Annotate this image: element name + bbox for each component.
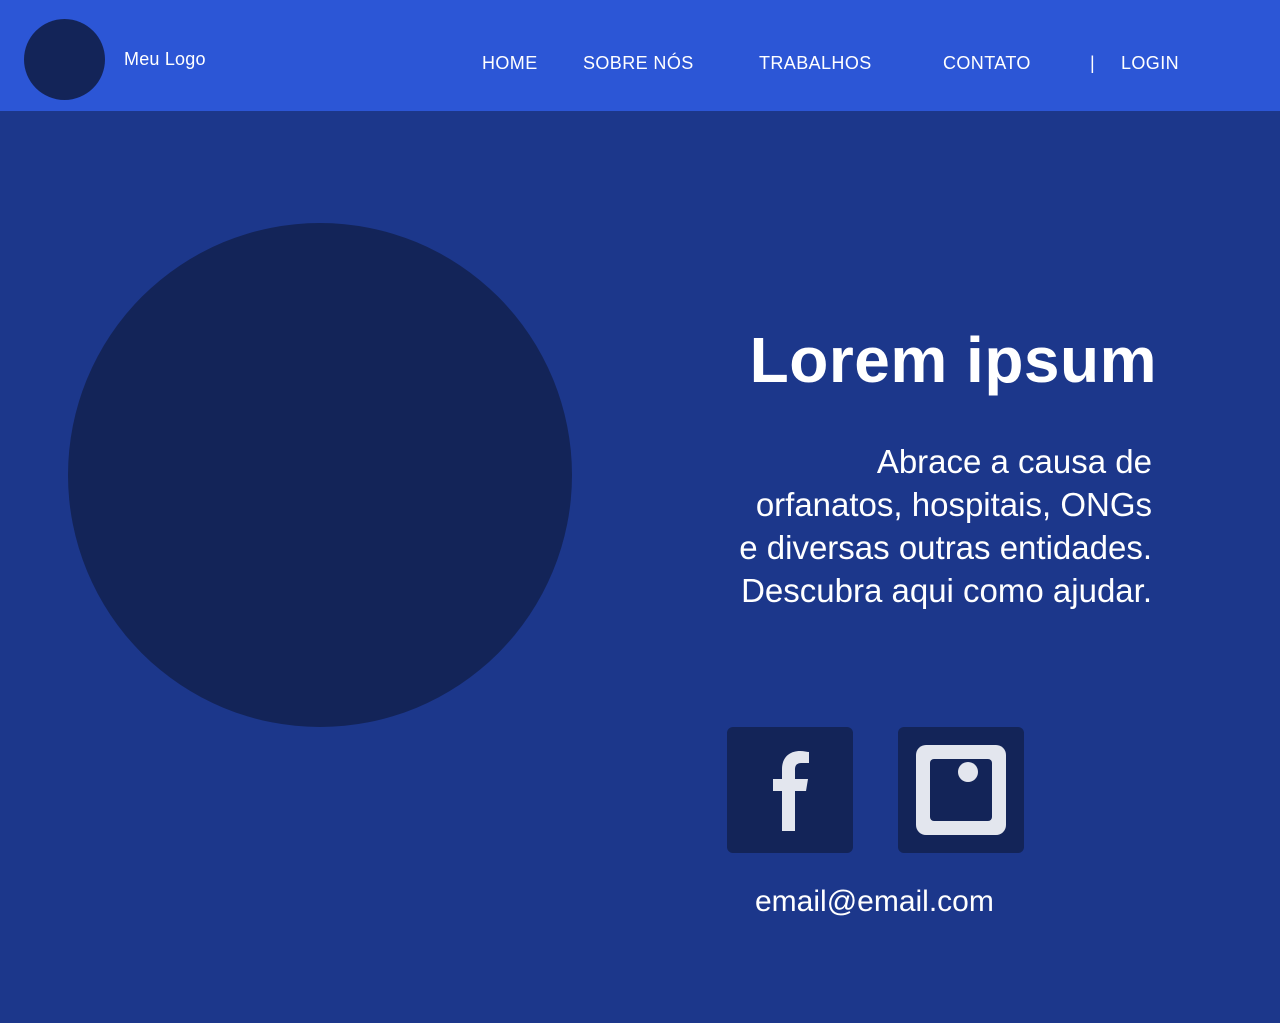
hero-image [68, 223, 572, 727]
hero-description: Abrace a causa de orfanatos, hospitais, … [592, 440, 1152, 612]
logo-image[interactable] [24, 19, 105, 100]
nav-login[interactable]: LOGIN [1121, 51, 1179, 75]
nav-home[interactable]: HOME [482, 51, 538, 75]
logo-text: Meu Logo [124, 49, 206, 69]
site-header: Meu Logo HOME SOBRE NÓS TRABALHOS CONTAT… [0, 0, 1280, 111]
hero-text-line: e diversas outras entidades. [739, 529, 1152, 566]
hero-title: Lorem ipsum [749, 324, 1157, 396]
hero-text-line: Abrace a causa de [876, 443, 1152, 480]
hero-text-line: Descubra aqui como ajudar. [741, 572, 1152, 609]
email-link[interactable]: email@email.com [755, 883, 994, 921]
instagram-button[interactable] [898, 727, 1024, 853]
instagram-icon [916, 745, 1006, 835]
nav-sobre-nos[interactable]: SOBRE NÓS [583, 51, 694, 75]
nav-separator: | [1090, 53, 1095, 73]
nav-contato[interactable]: CONTATO [943, 51, 1031, 75]
nav-trabalhos[interactable]: TRABALHOS [759, 51, 872, 75]
facebook-button[interactable] [727, 727, 853, 853]
facebook-icon [773, 751, 809, 831]
hero-text-line: orfanatos, hospitais, ONGs [755, 486, 1152, 523]
